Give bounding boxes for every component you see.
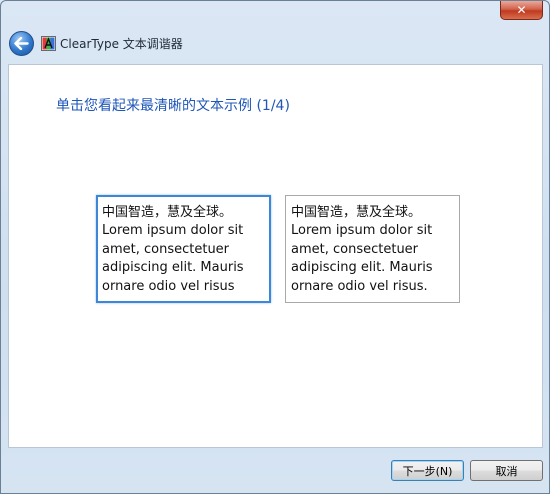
sample-line: adipiscing elit. Mauris	[102, 260, 244, 276]
cleartype-tuner-window: ✕ ClearType 文本调谐器 单击您看起来最清晰的文本示例 (1/4) 中…	[0, 0, 550, 494]
sample-line: adipiscing elit. Mauris	[291, 260, 433, 276]
back-button[interactable]	[9, 31, 34, 56]
sample-line: ornare odio vel risus.	[291, 278, 428, 294]
close-button[interactable]: ✕	[500, 1, 543, 20]
text-sample-2[interactable]: 中国智造，慧及全球。 Lorem ipsum dolor sit amet, c…	[285, 195, 460, 303]
sample-line: 中国智造，慧及全球。	[291, 205, 422, 220]
content-panel: 单击您看起来最清晰的文本示例 (1/4) 中国智造，慧及全球。 Lorem ip…	[8, 64, 543, 448]
back-arrow-icon	[14, 37, 29, 50]
sample-line: amet, consectetuer	[102, 241, 230, 257]
text-sample-1[interactable]: 中国智造，慧及全球。 Lorem ipsum dolor sit amet, c…	[96, 195, 271, 303]
sample-line: Lorem ipsum dolor sit	[291, 223, 433, 239]
sample-line: amet, consectetuer	[291, 241, 419, 257]
sample-line: 中国智造，慧及全球。	[102, 205, 233, 220]
page-heading: 单击您看起来最清晰的文本示例 (1/4)	[56, 98, 290, 114]
sample-line: Lorem ipsum dolor sit	[102, 223, 244, 239]
close-icon: ✕	[516, 3, 527, 17]
cancel-button[interactable]: 取消	[470, 460, 543, 481]
cleartype-icon	[41, 36, 56, 51]
next-button[interactable]: 下一步(N)	[391, 460, 464, 481]
window-title: ClearType 文本调谐器	[60, 37, 183, 51]
sample-line: ornare odio vel risus	[102, 278, 235, 294]
